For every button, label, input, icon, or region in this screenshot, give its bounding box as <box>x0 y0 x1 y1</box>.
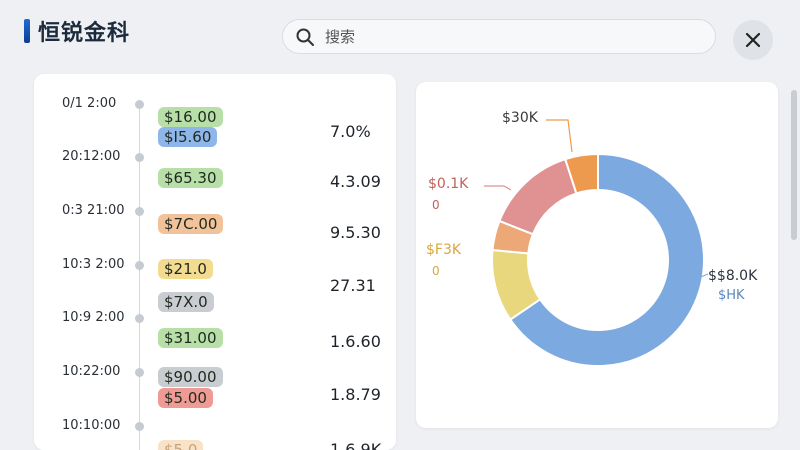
timeline-value: 9.5.30 <box>330 223 381 242</box>
app-title: 恒锐金科 <box>38 21 131 46</box>
chart-label-right: $$8.0K <box>708 268 758 284</box>
timeline-value: 1.6.9K <box>330 440 382 450</box>
chart-label-top: $30K <box>502 110 538 126</box>
amount-tag[interactable]: $21.0 <box>158 259 213 279</box>
timeline-time: 10:9 2:00 <box>62 310 125 325</box>
chart-label-left-mid-sub: 0 <box>432 264 440 278</box>
amount-tag[interactable]: $7C.00 <box>158 214 224 234</box>
timeline-dot <box>135 153 144 162</box>
amount-tag[interactable]: $5.00 <box>158 388 213 408</box>
donut-segment-pink[interactable] <box>498 157 578 236</box>
timeline-value: 27.31 <box>330 276 376 295</box>
leader-line <box>484 185 512 191</box>
close-icon <box>745 32 761 48</box>
timeline-value: 1.8.79 <box>330 385 381 404</box>
amount-tag[interactable]: $31.00 <box>158 328 223 348</box>
donut-chart <box>484 119 709 367</box>
amount-tag[interactable]: $7X.0 <box>158 292 214 312</box>
timeline-dot <box>135 261 144 270</box>
timeline-dot <box>135 422 144 431</box>
timeline-dot <box>135 207 144 216</box>
leader-line <box>546 119 573 153</box>
timeline-time: 0/1 2:00 <box>62 96 117 111</box>
search-bar[interactable] <box>282 19 716 54</box>
chart-label-right-sub: $HK <box>718 288 745 303</box>
timeline-dot <box>135 368 144 377</box>
timeline-time: 10:10:00 <box>62 418 121 433</box>
timeline-panel: 0/1 2:00 $16.00 $I5.60 7.0% 20:12:00 $65… <box>34 74 396 450</box>
timeline-time: 10:3 2:00 <box>62 257 125 272</box>
header: 恒锐金科 <box>0 0 800 70</box>
amount-tag[interactable]: $65.30 <box>158 168 223 188</box>
timeline-dot <box>135 100 144 109</box>
logo-mark-icon <box>24 19 30 43</box>
timeline-value: 1.6.60 <box>330 332 381 351</box>
timeline-value: 7.0% <box>330 122 371 141</box>
chart-label-left-mid: $F3K <box>426 242 462 258</box>
amount-tag[interactable]: $16.00 <box>158 107 223 127</box>
timeline-time: 20:12:00 <box>62 149 121 164</box>
amount-tag[interactable]: $5.0 <box>158 440 204 450</box>
timeline-time: 0:3 21:00 <box>62 203 125 218</box>
timeline-value: 4.3.09 <box>330 172 381 191</box>
donut-chart-panel: $30K $0.1K 0 $F3K 0 $$8.0K $HK <box>416 82 778 428</box>
app-logo[interactable]: 恒锐金科 <box>24 16 130 46</box>
amount-tag[interactable]: $90.00 <box>158 367 223 387</box>
close-button[interactable] <box>733 20 773 60</box>
search-input[interactable] <box>325 27 685 46</box>
amount-tag[interactable]: $I5.60 <box>158 127 218 147</box>
chart-label-left-top-sub: 0 <box>432 198 440 212</box>
timeline-dot <box>135 314 144 323</box>
chart-label-left-top: $0.1K <box>428 176 469 192</box>
scrollbar[interactable] <box>791 90 797 240</box>
search-icon <box>296 28 314 46</box>
timeline-time: 10:22:00 <box>62 364 121 379</box>
